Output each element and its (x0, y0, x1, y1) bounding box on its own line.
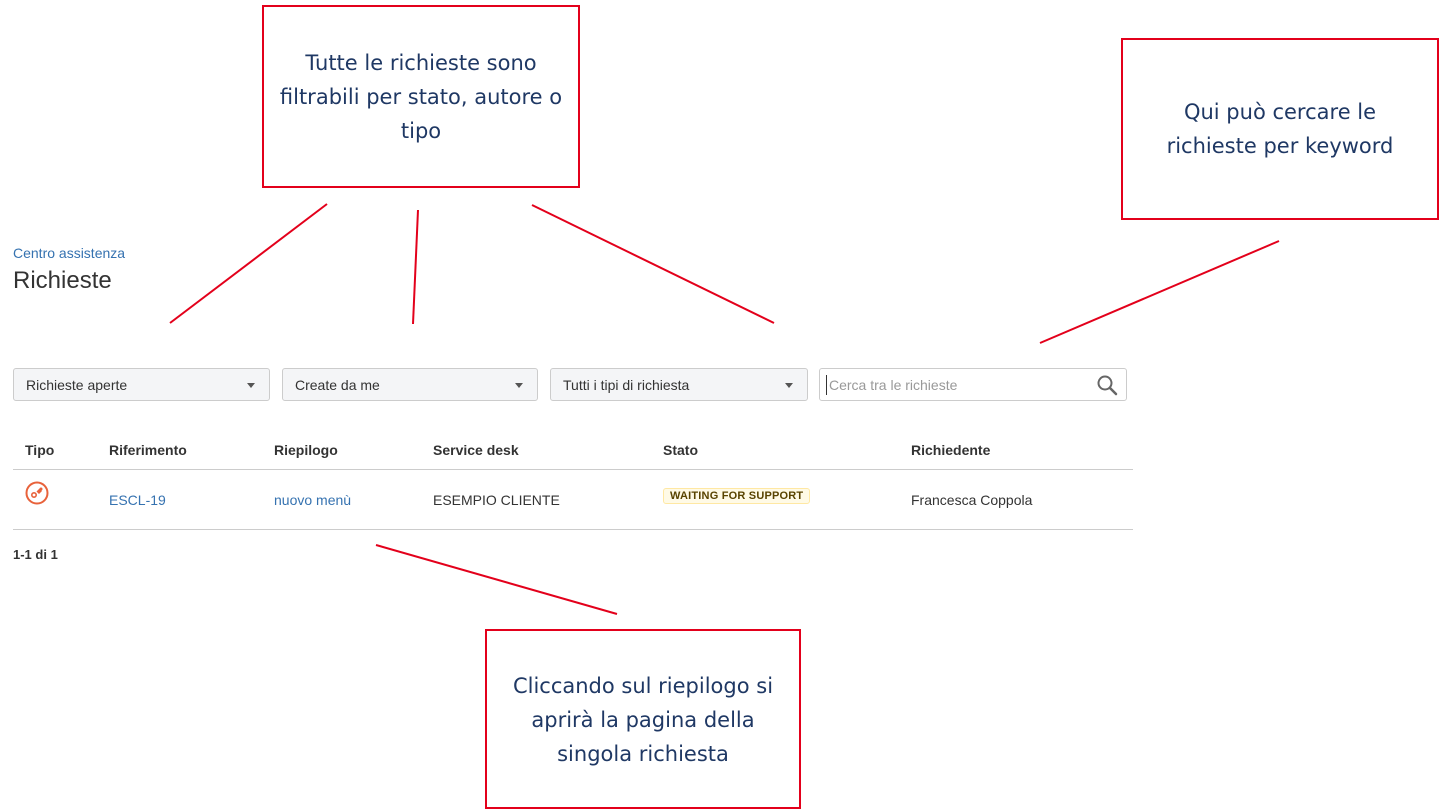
chevron-down-icon (785, 383, 793, 388)
chevron-down-icon (247, 383, 255, 388)
search-icon[interactable] (1096, 374, 1118, 396)
chevron-down-icon (515, 383, 523, 388)
callout-filters-text: Tutte le richieste sono filtrabili per s… (279, 50, 563, 143)
page-title: Richieste (13, 267, 112, 294)
pagination-count: 1-1 di 1 (13, 547, 58, 562)
service-desk-cell: ESEMPIO CLIENTE (433, 492, 560, 508)
search-box (819, 368, 1127, 401)
callout-filters: Tutte le richieste sono filtrabili per s… (262, 5, 580, 188)
request-type-filter-value: Tutti i tipi di richiesta (563, 376, 690, 393)
column-header-reference[interactable]: Riferimento (109, 442, 187, 458)
creator-filter-select[interactable]: Create da me (282, 368, 538, 401)
line-summary (375, 544, 618, 615)
creator-filter-value: Create da me (295, 376, 380, 393)
reference-link[interactable]: ESCL-19 (109, 492, 166, 508)
summary-link[interactable]: nuovo menù (274, 492, 351, 508)
status-badge: WAITING FOR SUPPORT (663, 488, 811, 504)
line-search (1039, 240, 1280, 344)
request-type-filter-select[interactable]: Tutti i tipi di richiesta (550, 368, 808, 401)
column-header-summary[interactable]: Riepilogo (274, 442, 338, 458)
callout-summary: Cliccando sul riepilogo si aprirà la pag… (485, 629, 801, 809)
column-header-service-desk[interactable]: Service desk (433, 442, 519, 458)
requests-table: Tipo Riferimento Riepilogo Service desk … (13, 434, 1133, 530)
table-header: Tipo Riferimento Riepilogo Service desk … (13, 434, 1133, 470)
status-filter-value: Richieste aperte (26, 376, 128, 393)
callout-summary-text: Cliccando sul riepilogo si aprirà la pag… (512, 674, 774, 766)
reference-cell: ESCL-19 (109, 492, 166, 508)
line-filter-status (169, 203, 328, 324)
callout-search-text: Qui può cercare le richieste per keyword (1166, 100, 1394, 158)
request-type-icon (25, 481, 49, 505)
column-header-status[interactable]: Stato (663, 442, 698, 458)
callout-search: Qui può cercare le richieste per keyword (1121, 38, 1439, 220)
breadcrumb-help-center[interactable]: Centro assistenza (13, 245, 125, 261)
line-filter-type (531, 204, 775, 324)
summary-cell: nuovo menù (274, 492, 351, 508)
column-header-type[interactable]: Tipo (25, 442, 54, 458)
column-header-requester[interactable]: Richiedente (911, 442, 990, 458)
line-filter-creator (412, 209, 419, 325)
requester-cell: Francesca Coppola (911, 492, 1033, 508)
search-input[interactable] (826, 375, 1089, 395)
table-row: ESCL-19 nuovo menù ESEMPIO CLIENTE WAITI… (13, 470, 1133, 530)
status-filter-select[interactable]: Richieste aperte (13, 368, 270, 401)
